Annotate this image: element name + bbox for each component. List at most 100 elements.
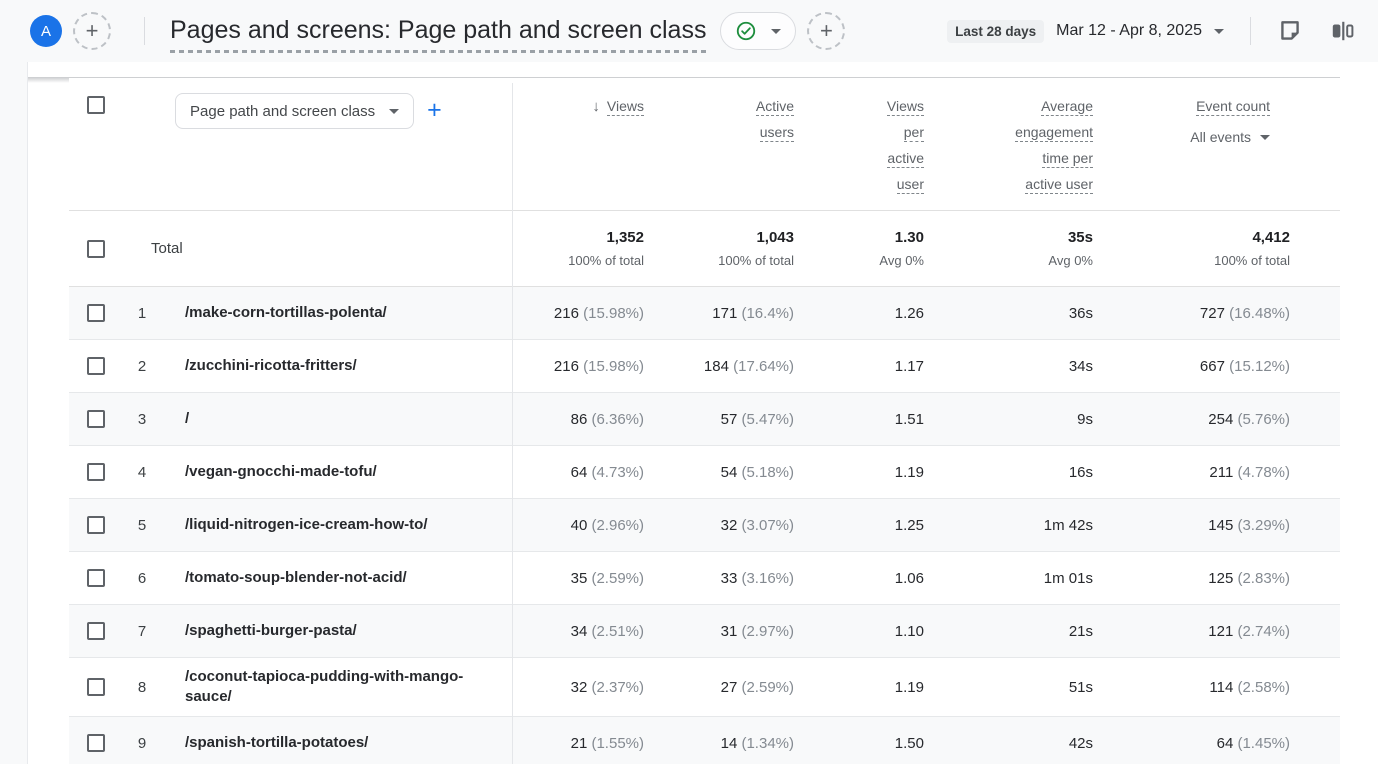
column-label[interactable]: active: [887, 150, 924, 168]
sort-descending-icon[interactable]: ↓: [592, 98, 600, 115]
row-index: 5: [125, 517, 159, 534]
total-engagement-time: 35sAvg 0%: [932, 211, 1101, 286]
page-path-link[interactable]: /make-corn-tortillas-polenta/: [159, 303, 512, 323]
chevron-down-icon: [771, 29, 781, 34]
column-header-views[interactable]: ↓ Views: [512, 78, 652, 210]
event-count-cell: 114 (2.58%): [1101, 679, 1298, 696]
column-label[interactable]: active user: [1025, 176, 1093, 194]
header-divider: [1250, 17, 1251, 45]
row-index: 2: [125, 358, 159, 375]
views-per-active-user-cell: 1.19: [802, 679, 932, 696]
column-header-avg-engagement-time[interactable]: Average engagement time per active user: [932, 78, 1101, 210]
views-cell: 34 (2.51%): [512, 623, 652, 640]
page-path-link[interactable]: /vegan-gnocchi-made-tofu/: [159, 462, 512, 482]
row-checkbox[interactable]: [87, 622, 105, 640]
row-checkbox[interactable]: [87, 357, 105, 375]
row-index: 8: [125, 679, 159, 696]
column-label[interactable]: engagement: [1015, 124, 1093, 142]
report-table: Page path and screen class + ↓ Views Acti…: [69, 78, 1340, 764]
row-index: 6: [125, 570, 159, 587]
total-row-checkbox[interactable]: [87, 240, 105, 258]
dimension-selector[interactable]: Page path and screen class: [175, 93, 414, 129]
dimension-selector-label: Page path and screen class: [190, 103, 375, 120]
report-status-dropdown[interactable]: [720, 12, 796, 50]
plus-icon: +: [86, 20, 99, 42]
views-per-active-user-cell: 1.06: [802, 570, 932, 587]
views-cell: 64 (4.73%): [512, 464, 652, 481]
active-users-cell: 32 (3.07%): [652, 517, 802, 534]
table-row: 6 /tomato-soup-blender-not-acid/ 35 (2.5…: [69, 552, 1340, 605]
column-label[interactable]: Event count: [1196, 98, 1270, 116]
event-count-cell: 211 (4.78%): [1101, 464, 1298, 481]
active-users-cell: 31 (2.97%): [652, 623, 802, 640]
event-count-cell: 667 (15.12%): [1101, 358, 1298, 375]
row-checkbox[interactable]: [87, 410, 105, 428]
page-path-link[interactable]: /liquid-nitrogen-ice-cream-how-to/: [159, 515, 512, 535]
column-label[interactable]: users: [760, 124, 794, 142]
page-path-link[interactable]: /spanish-tortilla-potatoes/: [159, 733, 512, 753]
page-path-link[interactable]: /zucchini-ricotta-fritters/: [159, 356, 512, 376]
engagement-time-cell: 42s: [932, 735, 1101, 752]
active-users-cell: 14 (1.34%): [652, 735, 802, 752]
column-label[interactable]: Active: [756, 98, 794, 116]
row-checkbox[interactable]: [87, 569, 105, 587]
date-preset-chip: Last 28 days: [947, 20, 1044, 43]
page-path-link[interactable]: /coconut-tapioca-pudding-with-mango-sauc…: [159, 667, 512, 707]
engagement-time-cell: 1m 01s: [932, 570, 1101, 587]
date-range-label: Mar 12 - Apr 8, 2025: [1056, 22, 1202, 40]
edit-comparisons-button[interactable]: [1329, 18, 1355, 44]
event-count-cell: 125 (2.83%): [1101, 570, 1298, 587]
column-label[interactable]: Views: [607, 98, 644, 116]
column-label[interactable]: per: [904, 124, 924, 142]
views-per-active-user-cell: 1.50: [802, 735, 932, 752]
row-checkbox[interactable]: [87, 678, 105, 696]
add-shortcut-button[interactable]: +: [73, 12, 111, 50]
row-checkbox[interactable]: [87, 516, 105, 534]
table-row: 7 /spaghetti-burger-pasta/ 34 (2.51%) 31…: [69, 605, 1340, 658]
event-count-cell: 121 (2.74%): [1101, 623, 1298, 640]
views-cell: 86 (6.36%): [512, 411, 652, 428]
event-filter-dropdown[interactable]: All events: [1190, 124, 1270, 150]
active-users-cell: 33 (3.16%): [652, 570, 802, 587]
column-label[interactable]: Views: [887, 98, 924, 116]
chevron-down-icon: [389, 109, 399, 114]
add-report-button[interactable]: +: [807, 12, 845, 50]
table-row: 1 /make-corn-tortillas-polenta/ 216 (15.…: [69, 287, 1340, 340]
row-index: 7: [125, 623, 159, 640]
date-range-picker[interactable]: Mar 12 - Apr 8, 2025: [1056, 22, 1224, 40]
row-index: 1: [125, 305, 159, 322]
event-count-cell: 64 (1.45%): [1101, 735, 1298, 752]
table-row: 5 /liquid-nitrogen-ice-cream-how-to/ 40 …: [69, 499, 1340, 552]
views-per-active-user-cell: 1.10: [802, 623, 932, 640]
views-per-active-user-cell: 1.26: [802, 305, 932, 322]
row-checkbox[interactable]: [87, 304, 105, 322]
active-users-cell: 57 (5.47%): [652, 411, 802, 428]
column-label[interactable]: user: [897, 176, 924, 194]
page-path-link[interactable]: /tomato-soup-blender-not-acid/: [159, 568, 512, 588]
chevron-down-icon: [1260, 135, 1270, 140]
column-header-active-users[interactable]: Active users: [652, 78, 802, 210]
engagement-time-cell: 21s: [932, 623, 1101, 640]
column-header-views-per-active-user[interactable]: Views per active user: [802, 78, 932, 210]
row-checkbox[interactable]: [87, 734, 105, 752]
left-gutter: [0, 62, 28, 764]
page-path-link[interactable]: /: [159, 409, 512, 429]
views-cell: 216 (15.98%): [512, 305, 652, 322]
avatar[interactable]: A: [30, 15, 62, 47]
page-title[interactable]: Pages and screens: Page path and screen …: [170, 16, 706, 53]
views-cell: 32 (2.37%): [512, 679, 652, 696]
add-dimension-button[interactable]: +: [427, 93, 442, 127]
views-per-active-user-cell: 1.51: [802, 411, 932, 428]
table-row: 2 /zucchini-ricotta-fritters/ 216 (15.98…: [69, 340, 1340, 393]
column-label[interactable]: Average: [1041, 98, 1093, 116]
views-per-active-user-cell: 1.19: [802, 464, 932, 481]
insights-note-button[interactable]: [1277, 18, 1303, 44]
select-all-checkbox[interactable]: [87, 96, 105, 114]
column-header-event-count[interactable]: Event count All events: [1101, 78, 1298, 210]
row-checkbox[interactable]: [87, 463, 105, 481]
column-label[interactable]: time per: [1042, 150, 1093, 168]
page-path-link[interactable]: /spaghetti-burger-pasta/: [159, 621, 512, 641]
table-row: 8 /coconut-tapioca-pudding-with-mango-sa…: [69, 658, 1340, 717]
total-views: 1,352100% of total: [512, 211, 652, 286]
views-cell: 40 (2.96%): [512, 517, 652, 534]
